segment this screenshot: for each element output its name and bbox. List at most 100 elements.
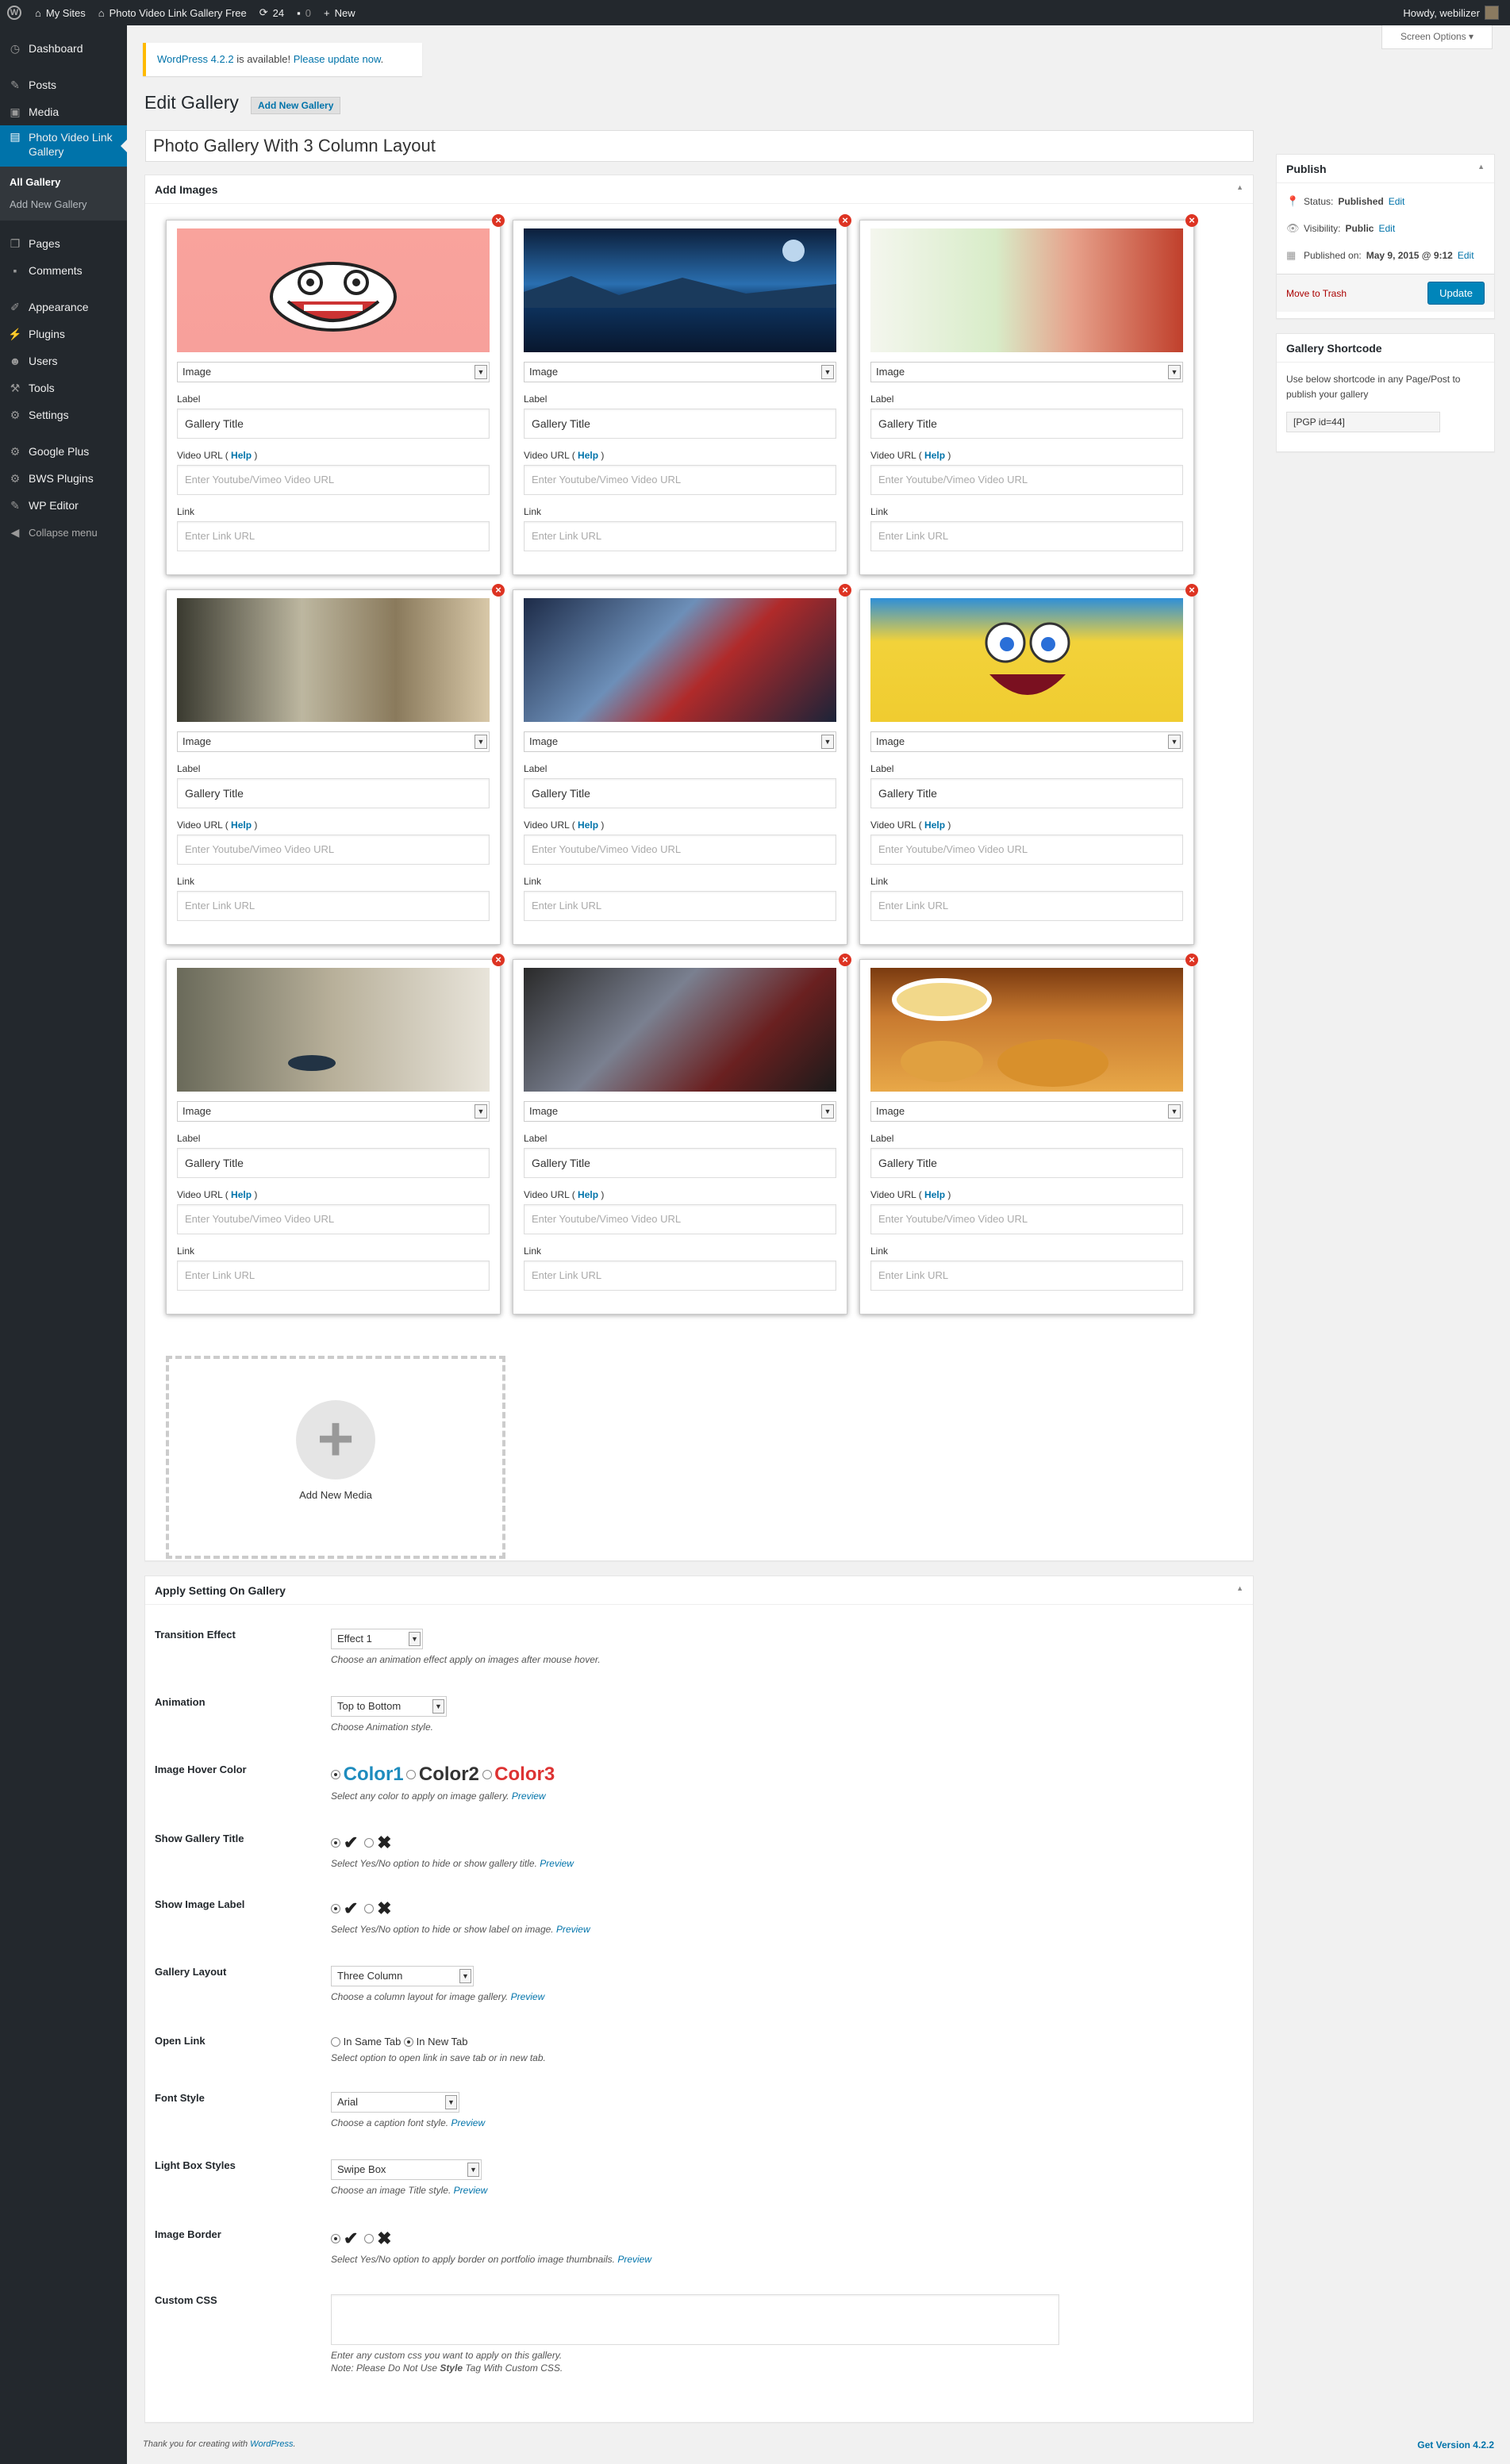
link-url-input[interactable]: Enter Link URL bbox=[177, 891, 490, 921]
menu-photo-video-link-gallery[interactable]: ▤ Photo Video Link Gallery bbox=[0, 125, 127, 167]
toggle-arrow-icon[interactable]: ▲ bbox=[1236, 1584, 1243, 1592]
label-input[interactable]: Gallery Title bbox=[524, 409, 836, 439]
color3-radio[interactable] bbox=[482, 1770, 492, 1779]
delete-image-icon[interactable]: × bbox=[1185, 584, 1198, 597]
delete-image-icon[interactable]: × bbox=[1185, 214, 1198, 227]
video-url-input[interactable]: Enter Youtube/Vimeo Video URL bbox=[177, 465, 490, 495]
menu-plugins[interactable]: ⚡ Plugins bbox=[0, 320, 127, 347]
border-yes-radio[interactable] bbox=[331, 2234, 340, 2243]
color2-radio[interactable] bbox=[406, 1770, 417, 1779]
move-to-trash-link[interactable]: Move to Trash bbox=[1286, 288, 1347, 299]
menu-wp-editor[interactable]: ✎ WP Editor bbox=[0, 492, 127, 519]
link-url-input[interactable]: Enter Link URL bbox=[177, 521, 490, 551]
label-input[interactable]: Gallery Title bbox=[177, 1148, 490, 1178]
add-new-gallery-button[interactable]: Add New Gallery bbox=[251, 97, 341, 114]
label-input[interactable]: Gallery Title bbox=[524, 1148, 836, 1178]
link-url-input[interactable]: Enter Link URL bbox=[524, 1261, 836, 1291]
menu-users[interactable]: ☻ Users bbox=[0, 347, 127, 374]
video-url-input[interactable]: Enter Youtube/Vimeo Video URL bbox=[870, 465, 1183, 495]
video-url-help-link[interactable]: Help bbox=[578, 1189, 598, 1200]
link-url-input[interactable]: Enter Link URL bbox=[870, 521, 1183, 551]
label-input[interactable]: Gallery Title bbox=[870, 1148, 1183, 1178]
label-input[interactable]: Gallery Title bbox=[870, 778, 1183, 808]
publish-header[interactable]: Publish ▲ bbox=[1277, 155, 1494, 183]
menu-comments[interactable]: ▪ Comments bbox=[0, 257, 127, 284]
submenu-add-new-gallery[interactable]: Add New Gallery bbox=[10, 194, 127, 216]
show-title-yes-radio[interactable] bbox=[331, 1838, 340, 1848]
video-url-input[interactable]: Enter Youtube/Vimeo Video URL bbox=[524, 465, 836, 495]
video-url-input[interactable]: Enter Youtube/Vimeo Video URL bbox=[177, 835, 490, 865]
custom-css-textarea[interactable] bbox=[331, 2294, 1059, 2345]
shortcode-input[interactable]: [PGP id=44] bbox=[1286, 412, 1440, 432]
video-url-help-link[interactable]: Help bbox=[924, 819, 945, 831]
media-type-select[interactable]: Image ▼ bbox=[177, 731, 490, 752]
submenu-all-gallery[interactable]: All Gallery bbox=[10, 171, 127, 194]
wordpress-link[interactable]: WordPress bbox=[250, 2439, 293, 2449]
screen-options-button[interactable]: Screen Options ▾ bbox=[1381, 25, 1493, 49]
font-style-select[interactable]: Arial ▼ bbox=[331, 2092, 459, 2113]
transition-effect-select[interactable]: Effect 1 ▼ bbox=[331, 1629, 423, 1649]
comments-link[interactable]: ▪ 0 bbox=[290, 0, 317, 25]
menu-appearance[interactable]: ✐ Appearance bbox=[0, 294, 127, 320]
my-sites-link[interactable]: ⌂ My Sites bbox=[29, 0, 92, 25]
animation-select[interactable]: Top to Bottom ▼ bbox=[331, 1696, 447, 1717]
menu-dashboard[interactable]: ◷ Dashboard bbox=[0, 35, 127, 62]
edit-status-link[interactable]: Edit bbox=[1389, 196, 1405, 207]
video-url-input[interactable]: Enter Youtube/Vimeo Video URL bbox=[870, 835, 1183, 865]
edit-visibility-link[interactable]: Edit bbox=[1378, 223, 1395, 234]
delete-image-icon[interactable]: × bbox=[492, 214, 505, 227]
link-url-input[interactable]: Enter Link URL bbox=[870, 891, 1183, 921]
show-label-no-radio[interactable] bbox=[364, 1904, 375, 1913]
label-input[interactable]: Gallery Title bbox=[524, 778, 836, 808]
toggle-arrow-icon[interactable]: ▲ bbox=[1477, 163, 1485, 171]
media-type-select[interactable]: Image ▼ bbox=[524, 1101, 836, 1122]
new-content-link[interactable]: + New bbox=[317, 0, 362, 25]
new-tab-radio[interactable] bbox=[404, 2036, 414, 2047]
site-name-link[interactable]: ⌂ Photo Video Link Gallery Free bbox=[92, 0, 253, 25]
video-url-help-link[interactable]: Help bbox=[578, 819, 598, 831]
menu-pages[interactable]: ❐ Pages bbox=[0, 230, 127, 257]
media-type-select[interactable]: Image ▼ bbox=[177, 362, 490, 382]
video-url-input[interactable]: Enter Youtube/Vimeo Video URL bbox=[177, 1204, 490, 1234]
apply-settings-header[interactable]: Apply Setting On Gallery ▲ bbox=[145, 1576, 1253, 1605]
media-type-select[interactable]: Image ▼ bbox=[177, 1101, 490, 1122]
video-url-input[interactable]: Enter Youtube/Vimeo Video URL bbox=[870, 1204, 1183, 1234]
link-url-input[interactable]: Enter Link URL bbox=[524, 521, 836, 551]
menu-media[interactable]: ▣ Media bbox=[0, 98, 127, 125]
video-url-help-link[interactable]: Help bbox=[924, 450, 945, 461]
delete-image-icon[interactable]: × bbox=[839, 584, 851, 597]
same-tab-radio[interactable] bbox=[331, 2036, 340, 2047]
lightbox-preview-link[interactable]: Preview bbox=[454, 2185, 488, 2196]
label-input[interactable]: Gallery Title bbox=[177, 409, 490, 439]
delete-image-icon[interactable]: × bbox=[839, 954, 851, 966]
link-url-input[interactable]: Enter Link URL bbox=[177, 1261, 490, 1291]
border-preview-link[interactable]: Preview bbox=[617, 2254, 651, 2265]
update-now-link[interactable]: Please update now bbox=[294, 53, 381, 65]
video-url-help-link[interactable]: Help bbox=[231, 819, 252, 831]
delete-image-icon[interactable]: × bbox=[492, 954, 505, 966]
menu-settings[interactable]: ⚙ Settings bbox=[0, 401, 127, 428]
border-no-radio[interactable] bbox=[364, 2234, 375, 2243]
media-type-select[interactable]: Image ▼ bbox=[870, 1101, 1183, 1122]
hover-color-preview-link[interactable]: Preview bbox=[512, 1790, 546, 1802]
show-title-no-radio[interactable] bbox=[364, 1838, 375, 1848]
toggle-arrow-icon[interactable]: ▲ bbox=[1236, 183, 1243, 191]
color1-radio[interactable] bbox=[331, 1770, 340, 1779]
label-input[interactable]: Gallery Title bbox=[177, 778, 490, 808]
delete-image-icon[interactable]: × bbox=[492, 584, 505, 597]
account-menu[interactable]: Howdy, webilizer bbox=[1397, 0, 1510, 25]
font-preview-link[interactable]: Preview bbox=[451, 2117, 485, 2128]
video-url-help-link[interactable]: Help bbox=[924, 1189, 945, 1200]
video-url-help-link[interactable]: Help bbox=[578, 450, 598, 461]
wordpress-logo-icon[interactable]: W bbox=[0, 0, 29, 25]
media-type-select[interactable]: Image ▼ bbox=[524, 731, 836, 752]
media-type-select[interactable]: Image ▼ bbox=[524, 362, 836, 382]
video-url-help-link[interactable]: Help bbox=[231, 1189, 252, 1200]
collapse-menu-button[interactable]: ◀ Collapse menu bbox=[0, 519, 127, 546]
layout-preview-link[interactable]: Preview bbox=[511, 1991, 545, 2002]
add-new-media-button[interactable]: + Add New Media bbox=[166, 1356, 505, 1559]
show-label-preview-link[interactable]: Preview bbox=[556, 1924, 590, 1935]
media-type-select[interactable]: Image ▼ bbox=[870, 731, 1183, 752]
version-link[interactable]: Get Version 4.2.2 bbox=[1417, 2439, 1494, 2451]
menu-bws-plugins[interactable]: ⚙ BWS Plugins bbox=[0, 465, 127, 492]
